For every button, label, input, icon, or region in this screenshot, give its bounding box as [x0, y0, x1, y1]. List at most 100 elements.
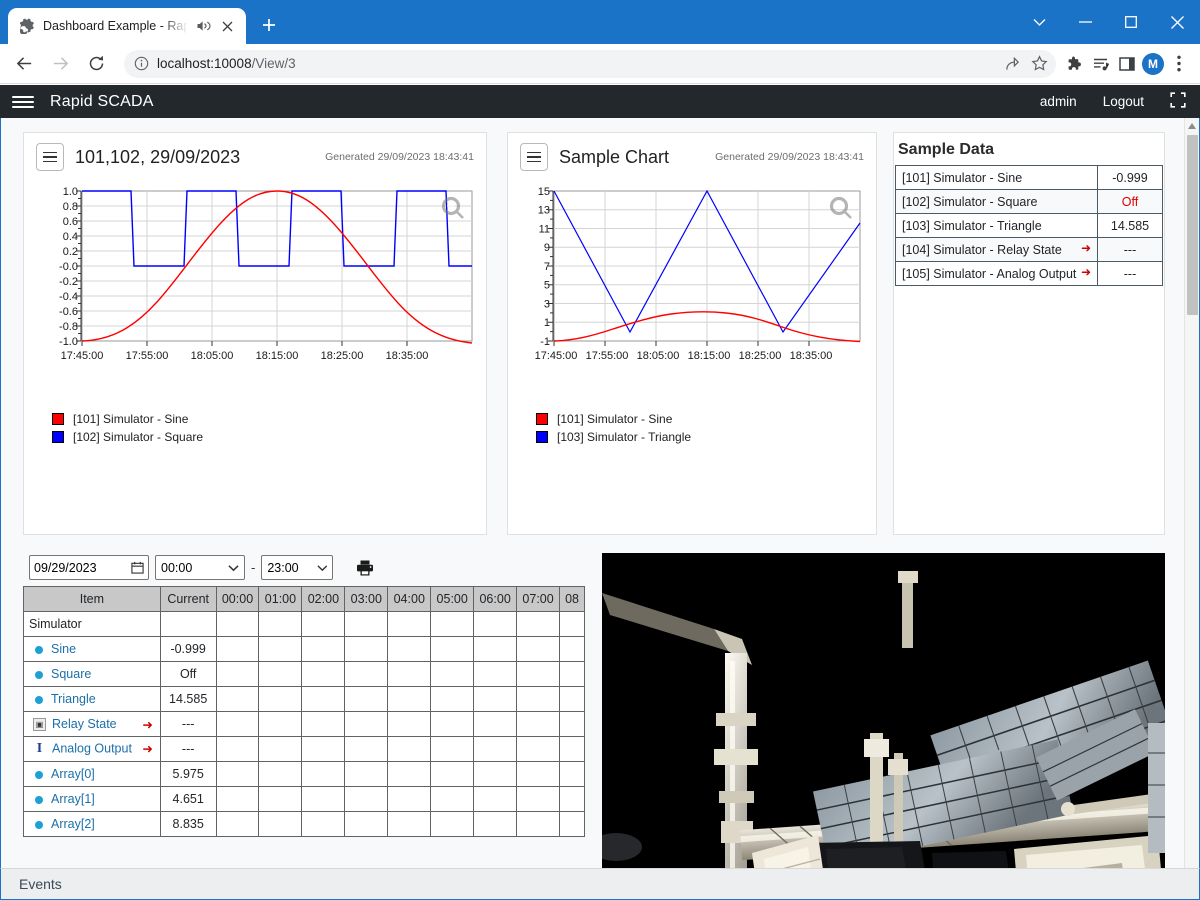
column-header[interactable]: 05:00 — [430, 586, 475, 612]
svg-text:18:05:00: 18:05:00 — [637, 350, 680, 362]
scroll-up-arrow-icon[interactable] — [1185, 118, 1199, 134]
svg-text:-0.6: -0.6 — [59, 306, 78, 318]
app-title: Rapid SCADA — [50, 92, 154, 110]
column-header[interactable]: 08 — [559, 586, 585, 612]
reading-list-button[interactable] — [1088, 51, 1114, 77]
column-header[interactable]: 04:00 — [387, 586, 432, 612]
table-row[interactable]: [104] Simulator - Relay State ➜ --- — [895, 237, 1163, 262]
events-bar[interactable]: Events — [0, 868, 1200, 900]
column-header[interactable]: 07:00 — [516, 586, 561, 612]
table-row[interactable]: Sine -0.999 — [23, 636, 585, 662]
point-name[interactable]: Analog Output — [52, 741, 132, 755]
chart-menu-button[interactable] — [36, 143, 64, 171]
point-name[interactable]: Array[1] — [51, 792, 95, 806]
fullscreen-button[interactable] — [1170, 92, 1186, 111]
point-name[interactable]: Square — [51, 667, 91, 681]
profile-button[interactable]: M — [1140, 51, 1166, 77]
logout-link[interactable]: Logout — [1103, 94, 1144, 109]
extensions-puzzle-icon — [1068, 56, 1081, 70]
reload-icon — [89, 55, 103, 71]
tab-search-button[interactable] — [1016, 6, 1062, 38]
calendar-icon[interactable] — [131, 561, 144, 574]
date-value: 09/29/2023 — [34, 560, 97, 575]
column-header[interactable]: 00:00 — [215, 586, 260, 612]
table-row[interactable]: Array[2] 8.835 — [23, 811, 585, 837]
chart-legend: [101] Simulator - Sine [102] Simulator -… — [24, 404, 486, 446]
time-from-select[interactable]: 00:00 — [155, 555, 245, 580]
rocket-icon[interactable]: ➜ — [142, 717, 152, 732]
point-name[interactable]: Sine — [51, 642, 76, 656]
svg-text:0.8: 0.8 — [63, 201, 78, 213]
table-row[interactable]: I Analog Output ➜ --- — [23, 736, 585, 762]
speaker-icon[interactable] — [195, 18, 211, 34]
page-vertical-scrollbar[interactable] — [1184, 118, 1199, 868]
url-host: localhost:10008 — [157, 56, 252, 71]
scrollbar-thumb[interactable] — [1187, 135, 1198, 315]
side-panel-button[interactable] — [1114, 51, 1140, 77]
table-row[interactable]: [103] Simulator - Triangle 14.585 — [895, 213, 1163, 238]
star-icon[interactable] — [1031, 55, 1048, 72]
point-name[interactable]: Array[0] — [51, 767, 95, 781]
data-row-name: [104] Simulator - Relay State — [902, 242, 1062, 257]
forward-button[interactable] — [44, 48, 76, 80]
column-header[interactable]: Current — [159, 586, 217, 612]
time-to-select[interactable]: 23:00 — [261, 555, 334, 580]
point-name[interactable]: Relay State — [52, 717, 117, 731]
table-row[interactable]: [105] Simulator - Analog Output ➜ --- — [895, 261, 1163, 286]
reload-button[interactable] — [80, 48, 112, 80]
chart-menu-button[interactable] — [520, 143, 548, 171]
chart-plot-area[interactable]: 15 13 11 975 3 1 -1 17:45:00 17:55:00 18… — [508, 177, 876, 404]
chart-legend: [101] Simulator - Sine [103] Simulator -… — [508, 404, 876, 446]
svg-text:1.0: 1.0 — [63, 186, 78, 198]
column-header[interactable]: 02:00 — [301, 586, 346, 612]
close-icon — [1170, 15, 1184, 29]
side-panel-icon — [1119, 56, 1135, 71]
svg-text:13: 13 — [538, 205, 550, 217]
date-input[interactable]: 09/29/2023 — [29, 555, 149, 580]
chart-generated-label: Generated 29/09/2023 18:43:41 — [715, 151, 864, 163]
table-view-grid: Item Current 00:00 01:00 02:00 03:00 04:… — [23, 586, 585, 837]
back-button[interactable] — [8, 48, 40, 80]
info-circle-icon[interactable] — [134, 56, 149, 71]
rocket-icon[interactable]: ➜ — [1081, 265, 1091, 279]
maximize-button[interactable] — [1108, 6, 1154, 38]
rocket-icon[interactable]: ➜ — [142, 741, 152, 756]
browser-tab[interactable]: Dashboard Example - Rapid — [8, 8, 246, 44]
minimize-button[interactable] — [1062, 6, 1108, 38]
column-header[interactable]: Item — [23, 586, 161, 612]
chart-svg-1: 1.0 0.8 0.6 0.4 0.2 -0.0 -0.2 -0.4 -0.6 -0.8 -1… — [59, 186, 473, 362]
window-close-button[interactable] — [1154, 6, 1200, 38]
print-button[interactable] — [351, 556, 379, 580]
chart-header: 101,102, 29/09/2023 Generated 29/09/2023… — [24, 133, 486, 173]
address-bar[interactable]: localhost:10008/View/3 — [124, 49, 1056, 78]
svg-text:-1.0: -1.0 — [59, 336, 78, 348]
url-path: /View/3 — [251, 56, 296, 71]
column-header[interactable]: 06:00 — [473, 586, 518, 612]
iss-video-panel[interactable] — [602, 553, 1165, 868]
hamburger-icon[interactable] — [12, 95, 34, 108]
tab-close-button[interactable] — [218, 17, 236, 35]
current-user: admin — [1039, 94, 1077, 109]
window-controls — [1016, 0, 1200, 44]
table-row[interactable]: [101] Simulator - Sine -0.999 — [895, 165, 1163, 190]
browser-menu-button[interactable] — [1166, 51, 1192, 77]
table-row[interactable]: Array[1] 4.651 — [23, 786, 585, 812]
table-row[interactable]: [102] Simulator - Square Off — [895, 189, 1163, 214]
table-row[interactable]: Triangle 14.585 — [23, 686, 585, 712]
tab-title: Dashboard Example - Rapid — [43, 19, 188, 33]
share-icon[interactable] — [1004, 55, 1021, 72]
table-row[interactable]: Array[0] 5.975 — [23, 761, 585, 787]
legend-color-swatch — [536, 413, 548, 425]
chart-plot-area[interactable]: 1.0 0.8 0.6 0.4 0.2 -0.0 -0.2 -0.4 -0.6 -0.8 -1… — [24, 177, 486, 404]
column-header[interactable]: 03:00 — [344, 586, 389, 612]
table-row[interactable]: ▣ Relay State ➜ --- — [23, 711, 585, 737]
column-header[interactable]: 01:00 — [258, 586, 303, 612]
table-row[interactable]: Square Off — [23, 661, 585, 687]
legend-label: [101] Simulator - Sine — [557, 412, 673, 426]
point-name[interactable]: Array[2] — [51, 817, 95, 831]
legend-color-swatch — [536, 431, 548, 443]
rocket-icon[interactable]: ➜ — [1081, 241, 1091, 255]
point-name[interactable]: Triangle — [51, 692, 96, 706]
extensions-button[interactable] — [1062, 51, 1088, 77]
new-tab-button[interactable] — [254, 10, 284, 40]
